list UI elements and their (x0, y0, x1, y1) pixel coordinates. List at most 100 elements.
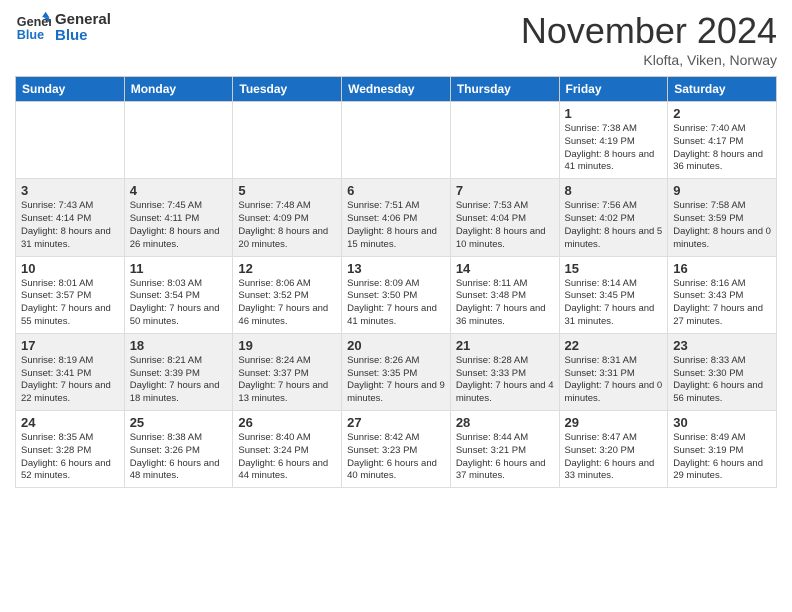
table-row: 9 Sunrise: 7:58 AMSunset: 3:59 PMDaylight… (668, 179, 777, 256)
table-row: 12 Sunrise: 8:06 AMSunset: 3:52 PMDayligh… (233, 256, 342, 333)
month-title: November 2024 (521, 10, 777, 52)
table-row: 3Sunrise: 7:43 AMSunset: 4:14 PMDaylight… (16, 179, 125, 256)
table-row: 13 Sunrise: 8:09 AMSunset: 3:50 PMDayligh… (342, 256, 451, 333)
day-number: 9 (673, 183, 771, 198)
day-info: Sunrise: 7:38 AMSunset: 4:19 PMDaylight:… (565, 123, 663, 174)
day-info: Sunrise: 8:49 AMSunset: 3:19 PMDaylight:… (673, 432, 771, 483)
day-info: Sunrise: 7:58 AMSunset: 3:59 PMDaylight:… (673, 200, 771, 251)
day-info: Sunrise: 8:01 AMSunset: 3:57 PMDaylight:… (21, 278, 119, 329)
day-info: Sunrise: 8:14 AMSunset: 3:45 PMDaylight:… (565, 278, 663, 329)
day-number: 16 (673, 261, 771, 276)
table-row: 15 Sunrise: 8:14 AMSunset: 3:45 PMDayligh… (559, 256, 668, 333)
day-number: 8 (565, 183, 663, 198)
table-row: 11 Sunrise: 8:03 AMSunset: 3:54 PMDayligh… (124, 256, 233, 333)
table-row: 18 Sunrise: 8:21 AMSunset: 3:39 PMDayligh… (124, 333, 233, 410)
table-row: 21Sunrise: 8:28 AMSunset: 3:33 PMDayligh… (450, 333, 559, 410)
col-sunday: Sunday (16, 77, 125, 102)
col-monday: Monday (124, 77, 233, 102)
day-info: Sunrise: 7:48 AMSunset: 4:09 PMDaylight:… (238, 200, 336, 251)
day-number: 19 (238, 338, 336, 353)
day-number: 26 (238, 415, 336, 430)
day-info: Sunrise: 8:16 AMSunset: 3:43 PMDaylight:… (673, 278, 771, 329)
day-info: Sunrise: 8:47 AMSunset: 3:20 PMDaylight:… (565, 432, 663, 483)
page: General Blue General Blue November 2024 … (0, 0, 792, 612)
calendar-week-row: 3Sunrise: 7:43 AMSunset: 4:14 PMDaylight… (16, 179, 777, 256)
day-number: 6 (347, 183, 445, 198)
day-info: Sunrise: 8:33 AMSunset: 3:30 PMDaylight:… (673, 355, 771, 406)
day-info: Sunrise: 8:11 AMSunset: 3:48 PMDaylight:… (456, 278, 554, 329)
svg-text:Blue: Blue (17, 28, 44, 42)
day-info: Sunrise: 8:06 AMSunset: 3:52 PMDaylight:… (238, 278, 336, 329)
day-info: Sunrise: 8:26 AMSunset: 3:35 PMDaylight:… (347, 355, 445, 406)
calendar-week-row: 17 Sunrise: 8:19 AMSunset: 3:41 PMDayligh… (16, 333, 777, 410)
day-number: 18 (130, 338, 228, 353)
col-wednesday: Wednesday (342, 77, 451, 102)
col-saturday: Saturday (668, 77, 777, 102)
day-number: 3 (21, 183, 119, 198)
day-info: Sunrise: 8:03 AMSunset: 3:54 PMDaylight:… (130, 278, 228, 329)
day-info: Sunrise: 8:19 AMSunset: 3:41 PMDaylight:… (21, 355, 119, 406)
day-number: 13 (347, 261, 445, 276)
day-number: 28 (456, 415, 554, 430)
table-row: 8 Sunrise: 7:56 AMSunset: 4:02 PMDaylight… (559, 179, 668, 256)
day-number: 4 (130, 183, 228, 198)
logo: General Blue General Blue (15, 10, 111, 46)
table-row (233, 102, 342, 179)
day-number: 11 (130, 261, 228, 276)
table-row: 24Sunrise: 8:35 AMSunset: 3:28 PMDayligh… (16, 411, 125, 488)
logo-icon: General Blue (15, 10, 51, 46)
col-friday: Friday (559, 77, 668, 102)
table-row: 26 Sunrise: 8:40 AMSunset: 3:24 PMDayligh… (233, 411, 342, 488)
calendar-header-row: Sunday Monday Tuesday Wednesday Thursday… (16, 77, 777, 102)
day-number: 17 (21, 338, 119, 353)
table-row: 25Sunrise: 8:38 AMSunset: 3:26 PMDayligh… (124, 411, 233, 488)
table-row: 20 Sunrise: 8:26 AMSunset: 3:35 PMDayligh… (342, 333, 451, 410)
day-info: Sunrise: 7:40 AMSunset: 4:17 PMDaylight:… (673, 123, 771, 174)
day-info: Sunrise: 8:38 AMSunset: 3:26 PMDaylight:… (130, 432, 228, 483)
table-row: 19 Sunrise: 8:24 AMSunset: 3:37 PMDayligh… (233, 333, 342, 410)
day-info: Sunrise: 8:21 AMSunset: 3:39 PMDaylight:… (130, 355, 228, 406)
title-block: November 2024 Klofta, Viken, Norway (521, 10, 777, 68)
day-number: 22 (565, 338, 663, 353)
table-row: 7 Sunrise: 7:53 AMSunset: 4:04 PMDaylight… (450, 179, 559, 256)
table-row (124, 102, 233, 179)
day-number: 14 (456, 261, 554, 276)
table-row: 22Sunrise: 8:31 AMSunset: 3:31 PMDayligh… (559, 333, 668, 410)
table-row: 6 Sunrise: 7:51 AMSunset: 4:06 PMDaylight… (342, 179, 451, 256)
day-info: Sunrise: 7:53 AMSunset: 4:04 PMDaylight:… (456, 200, 554, 251)
day-number: 2 (673, 106, 771, 121)
table-row: 23 Sunrise: 8:33 AMSunset: 3:30 PMDayligh… (668, 333, 777, 410)
day-number: 1 (565, 106, 663, 121)
col-tuesday: Tuesday (233, 77, 342, 102)
calendar: Sunday Monday Tuesday Wednesday Thursday… (15, 76, 777, 488)
day-number: 30 (673, 415, 771, 430)
day-info: Sunrise: 8:40 AMSunset: 3:24 PMDaylight:… (238, 432, 336, 483)
table-row: 28 Sunrise: 8:44 AMSunset: 3:21 PMDayligh… (450, 411, 559, 488)
day-number: 5 (238, 183, 336, 198)
day-number: 29 (565, 415, 663, 430)
table-row: 1 Sunrise: 7:38 AMSunset: 4:19 PMDaylight… (559, 102, 668, 179)
day-number: 24 (21, 415, 119, 430)
logo-text-general: General (55, 12, 111, 29)
day-info: Sunrise: 7:56 AMSunset: 4:02 PMDaylight:… (565, 200, 663, 251)
day-info: Sunrise: 8:24 AMSunset: 3:37 PMDaylight:… (238, 355, 336, 406)
calendar-week-row: 1 Sunrise: 7:38 AMSunset: 4:19 PMDaylight… (16, 102, 777, 179)
table-row: 2 Sunrise: 7:40 AMSunset: 4:17 PMDaylight… (668, 102, 777, 179)
table-row: 17 Sunrise: 8:19 AMSunset: 3:41 PMDayligh… (16, 333, 125, 410)
day-number: 7 (456, 183, 554, 198)
table-row: 29 Sunrise: 8:47 AMSunset: 3:20 PMDayligh… (559, 411, 668, 488)
day-number: 15 (565, 261, 663, 276)
day-number: 23 (673, 338, 771, 353)
day-number: 12 (238, 261, 336, 276)
day-number: 20 (347, 338, 445, 353)
day-info: Sunrise: 7:51 AMSunset: 4:06 PMDaylight:… (347, 200, 445, 251)
day-info: Sunrise: 8:42 AMSunset: 3:23 PMDaylight:… (347, 432, 445, 483)
header: General Blue General Blue November 2024 … (15, 10, 777, 68)
day-info: Sunrise: 8:09 AMSunset: 3:50 PMDaylight:… (347, 278, 445, 329)
table-row (16, 102, 125, 179)
table-row: 27Sunrise: 8:42 AMSunset: 3:23 PMDayligh… (342, 411, 451, 488)
day-info: Sunrise: 8:44 AMSunset: 3:21 PMDaylight:… (456, 432, 554, 483)
day-info: Sunrise: 7:45 AMSunset: 4:11 PMDaylight:… (130, 200, 228, 251)
table-row: 16 Sunrise: 8:16 AMSunset: 3:43 PMDayligh… (668, 256, 777, 333)
table-row: 5 Sunrise: 7:48 AMSunset: 4:09 PMDaylight… (233, 179, 342, 256)
